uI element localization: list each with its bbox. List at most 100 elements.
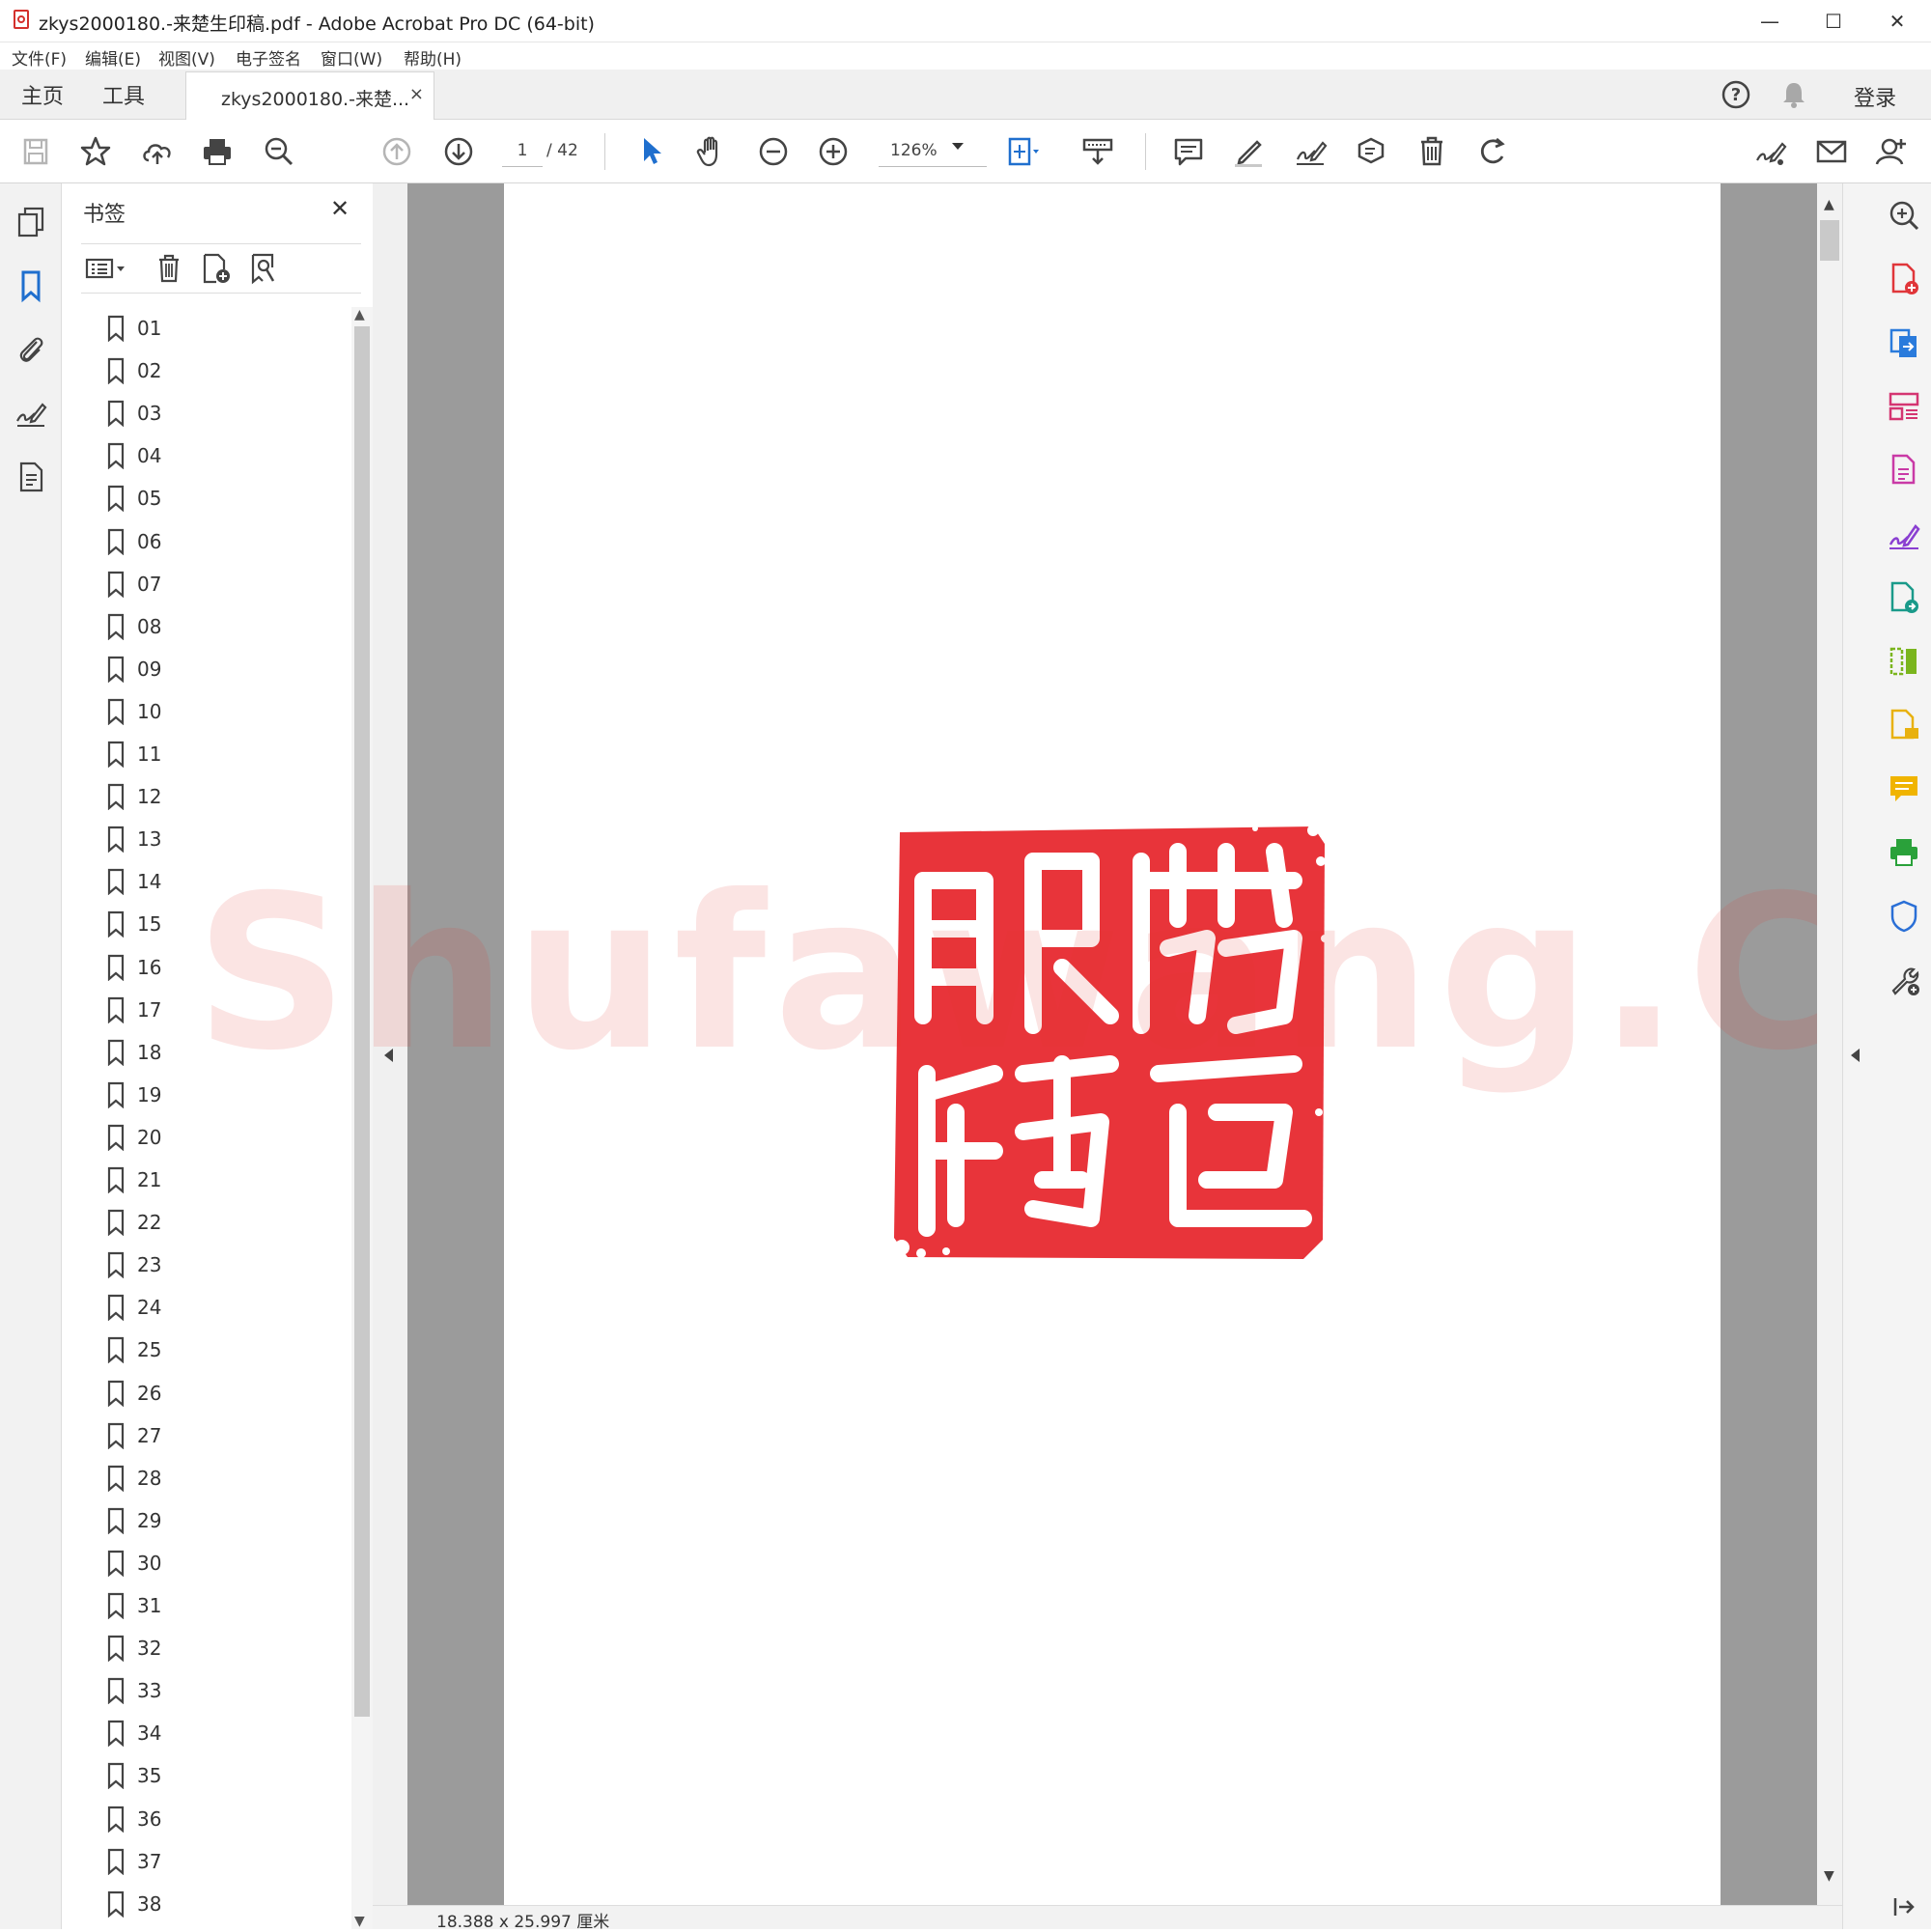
bookmark-item[interactable]: 27: [106, 1418, 319, 1457]
menu-window[interactable]: 窗口(W): [321, 45, 382, 70]
bookmark-item[interactable]: 10: [106, 694, 319, 733]
bookmark-item[interactable]: 09: [106, 652, 319, 690]
bookmark-item[interactable]: 25: [106, 1332, 319, 1371]
scrollbar-thumb[interactable]: [1820, 220, 1839, 261]
create-pdf-icon[interactable]: [1886, 261, 1922, 297]
bookmark-item[interactable]: 08: [106, 609, 319, 648]
delete-icon[interactable]: [1413, 133, 1450, 170]
page-down-icon[interactable]: [440, 133, 477, 170]
zoom-dropdown-caret-icon[interactable]: [952, 143, 964, 150]
select-cursor-icon[interactable]: [633, 133, 670, 170]
scroll-up-arrow-icon[interactable]: ▲: [1824, 197, 1834, 212]
pages-icon[interactable]: [14, 205, 48, 239]
minimize-button[interactable]: —: [1738, 0, 1802, 42]
bookmark-item[interactable]: 12: [106, 779, 319, 818]
new-bookmark-icon[interactable]: [199, 252, 232, 285]
menu-file[interactable]: 文件(F): [12, 45, 67, 70]
maximize-button[interactable]: ☐: [1802, 0, 1865, 42]
close-window-button[interactable]: ✕: [1865, 0, 1929, 42]
signature-icon[interactable]: [14, 396, 48, 431]
stamp-icon[interactable]: [1352, 133, 1388, 170]
bookmark-item[interactable]: 22: [106, 1205, 319, 1244]
bookmark-item[interactable]: 33: [106, 1673, 319, 1712]
page-number-input[interactable]: 1: [502, 135, 543, 167]
search-zoom-out-icon[interactable]: [261, 133, 297, 170]
bookmark-item[interactable]: 35: [106, 1758, 319, 1797]
bookmark-item[interactable]: 30: [106, 1546, 319, 1584]
menu-edit[interactable]: 编辑(E): [85, 45, 141, 70]
email-icon[interactable]: [1813, 133, 1850, 170]
zoom-out-icon[interactable]: [755, 133, 792, 170]
send-for-signature-icon[interactable]: [1886, 579, 1922, 616]
bookmark-item[interactable]: 06: [106, 524, 319, 563]
collapse-tools-pane-icon[interactable]: [1886, 1889, 1922, 1925]
bookmark-item[interactable]: 07: [106, 567, 319, 605]
page-up-icon[interactable]: [378, 133, 415, 170]
highlight-pen-icon[interactable]: [1230, 133, 1267, 170]
bookmark-item[interactable]: 37: [106, 1844, 319, 1883]
menu-help[interactable]: 帮助(H): [404, 45, 462, 70]
search-zoom-icon[interactable]: [1886, 197, 1922, 234]
bookmark-item[interactable]: 29: [106, 1503, 319, 1542]
menu-view[interactable]: 视图(V): [158, 45, 215, 70]
print-icon[interactable]: [199, 133, 236, 170]
compare-icon[interactable]: [1886, 643, 1922, 680]
scan-icon[interactable]: [1886, 707, 1922, 743]
export-pdf-icon[interactable]: [1886, 324, 1922, 361]
options-menu-icon[interactable]: [85, 252, 131, 285]
find-bookmark-icon[interactable]: [247, 252, 280, 285]
save-icon[interactable]: [17, 133, 54, 170]
fit-page-icon[interactable]: [1004, 133, 1041, 170]
document-icon[interactable]: [14, 460, 48, 494]
bookmark-item[interactable]: 38: [106, 1887, 319, 1925]
scroll-up-arrow-icon[interactable]: ▲: [354, 307, 365, 322]
comment-tool-icon[interactable]: [1886, 770, 1922, 807]
zoom-in-icon[interactable]: [815, 133, 852, 170]
bookmark-item[interactable]: 02: [106, 353, 319, 392]
delete-bookmark-icon[interactable]: [153, 252, 185, 285]
bookmark-item[interactable]: 34: [106, 1716, 319, 1754]
login-button[interactable]: 登录: [1854, 81, 1896, 112]
fill-sign-icon[interactable]: [1886, 516, 1922, 552]
tab-tools[interactable]: 工具: [102, 79, 145, 110]
sign-icon[interactable]: [1292, 133, 1329, 170]
protect-icon[interactable]: [1886, 898, 1922, 935]
document-scrollbar[interactable]: ▲ ▼: [1817, 183, 1842, 1905]
tab-document[interactable]: zkys2000180.-来楚... ×: [185, 71, 434, 121]
rotate-icon[interactable]: [1475, 133, 1512, 170]
read-mode-icon[interactable]: [1079, 133, 1116, 170]
bookmarks-scrollbar[interactable]: ▲ ▼: [351, 307, 373, 1929]
bookmark-item[interactable]: 05: [106, 481, 319, 519]
request-signature-icon[interactable]: [1751, 133, 1788, 170]
bookmark-item[interactable]: 21: [106, 1162, 319, 1201]
hand-tool-icon[interactable]: [693, 133, 730, 170]
bookmark-item[interactable]: 01: [106, 311, 319, 350]
bookmark-item[interactable]: 03: [106, 396, 319, 434]
scroll-down-arrow-icon[interactable]: ▼: [1824, 1868, 1834, 1884]
zoom-level-input[interactable]: 126%: [879, 135, 987, 167]
edit-pdf-icon[interactable]: [1886, 452, 1922, 489]
bookmark-item[interactable]: 26: [106, 1376, 319, 1414]
share-user-icon[interactable]: [1873, 133, 1910, 170]
cloud-upload-icon[interactable]: [139, 133, 176, 170]
notification-bell-icon[interactable]: [1778, 79, 1809, 110]
bookmark-item[interactable]: 36: [106, 1802, 319, 1840]
star-icon[interactable]: [77, 133, 114, 170]
collapse-right-arrow-icon[interactable]: [1851, 1049, 1860, 1062]
scroll-down-arrow-icon[interactable]: ▼: [354, 1914, 365, 1929]
bookmark-item[interactable]: 32: [106, 1631, 319, 1669]
tab-home[interactable]: 主页: [21, 79, 64, 110]
bookmark-icon[interactable]: [14, 268, 48, 303]
help-icon[interactable]: ?: [1721, 79, 1751, 110]
comment-icon[interactable]: [1170, 133, 1207, 170]
attachment-icon[interactable]: [14, 332, 48, 367]
collapse-right-pane-handle[interactable]: [1843, 183, 1868, 1929]
bookmark-item[interactable]: 11: [106, 737, 319, 775]
close-panel-button[interactable]: ✕: [330, 195, 350, 222]
close-tab-button[interactable]: ×: [409, 84, 424, 104]
bookmark-item[interactable]: 23: [106, 1247, 319, 1286]
bookmark-item[interactable]: 04: [106, 438, 319, 477]
more-tools-icon[interactable]: [1886, 962, 1922, 998]
bookmark-item[interactable]: 28: [106, 1461, 319, 1499]
print-production-icon[interactable]: [1886, 834, 1922, 871]
